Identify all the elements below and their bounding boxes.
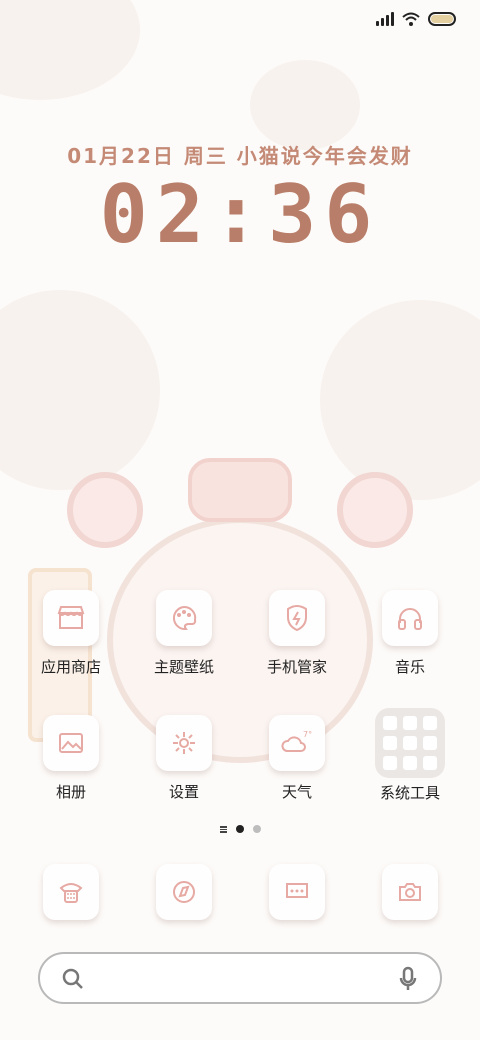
app-label: 设置	[168, 783, 199, 801]
search-bar[interactable]	[38, 952, 442, 1004]
store-icon	[43, 590, 99, 646]
gear-icon	[156, 715, 212, 771]
app-label: 音乐	[394, 658, 425, 676]
app-store[interactable]: 应用商店	[16, 590, 126, 677]
app-label: 应用商店	[40, 658, 101, 676]
app-label: 天气	[281, 783, 312, 801]
app-gallery[interactable]: 相册	[16, 715, 126, 802]
dock-browser[interactable]	[129, 864, 239, 920]
app-label: 主题壁纸	[153, 658, 214, 676]
clock-time[interactable]: 02:36	[0, 168, 480, 261]
page-dot[interactable]	[252, 825, 261, 833]
dock-camera[interactable]	[355, 864, 465, 920]
message-icon	[269, 864, 325, 920]
palette-icon	[156, 590, 212, 646]
shield-bolt-icon	[269, 590, 325, 646]
app-music[interactable]: 音乐	[355, 590, 465, 677]
dock-messages[interactable]	[242, 864, 352, 920]
app-label: 手机管家	[266, 658, 327, 676]
app-themes[interactable]: 主题壁纸	[129, 590, 239, 677]
camera-icon	[382, 864, 438, 920]
search-icon[interactable]	[62, 968, 84, 990]
weather-icon: 7°	[269, 715, 325, 771]
battery-icon	[428, 12, 456, 26]
home-list-icon[interactable]	[219, 825, 227, 833]
dock-phone[interactable]	[16, 864, 126, 920]
gallery-icon	[43, 715, 99, 771]
svg-text:7°: 7°	[303, 730, 312, 739]
date-text: 01月22日 周三 小猫说今年会发财	[67, 144, 413, 168]
page-dot-active[interactable]	[235, 825, 244, 833]
folder-icon	[375, 708, 445, 778]
app-label: 相册	[55, 783, 86, 801]
status-bar	[0, 0, 480, 44]
phone-icon	[43, 864, 99, 920]
app-label: 系统工具	[379, 784, 440, 802]
page-indicator[interactable]	[0, 825, 480, 833]
browser-icon	[156, 864, 212, 920]
signal-icon	[376, 12, 394, 26]
app-weather[interactable]: 7° 天气	[242, 715, 352, 802]
app-settings[interactable]: 设置	[129, 715, 239, 802]
microphone-icon[interactable]	[398, 966, 418, 992]
wifi-icon	[402, 12, 420, 26]
app-system-tools-folder[interactable]: 系统工具	[355, 708, 465, 803]
app-phone-manager[interactable]: 手机管家	[242, 590, 352, 677]
headphones-icon	[382, 590, 438, 646]
